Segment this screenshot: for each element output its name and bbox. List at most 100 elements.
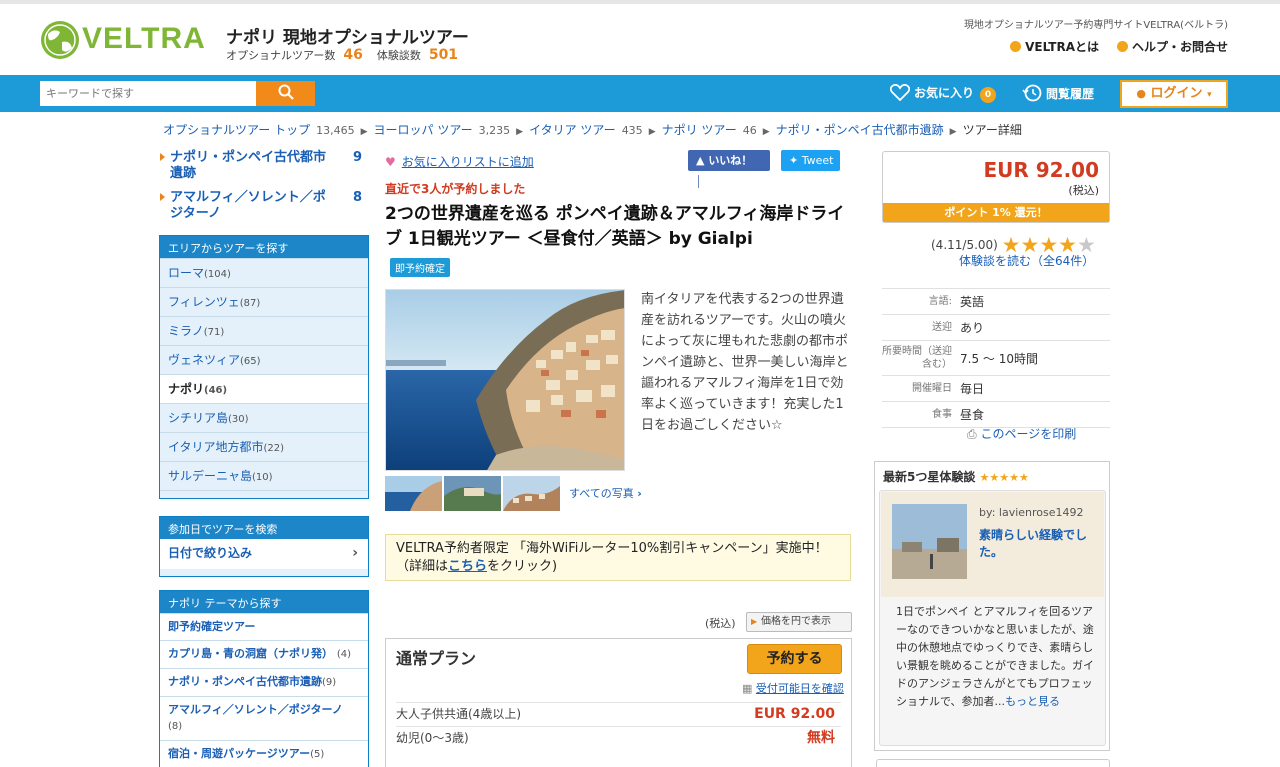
info-value: 英語 [960,295,985,309]
area-label: サルデーニャ島 [168,469,253,483]
add-to-favorites-label: お気に入りリストに追加 [401,155,534,169]
point-bar: ポイント 1% 還元！ [883,203,1109,222]
history-button[interactable]: 閲覧履歴 [1022,84,1094,102]
review-header: 最新5つ星体験談 ★★★★★ [883,468,1029,485]
plan-box: 通常プラン 予約する ▦ 受付可能日を確認 大人子供共通(4歳以上) EUR 9… [385,638,852,767]
breadcrumb-item[interactable]: ナポリ ツアー [662,123,737,137]
breadcrumb-item[interactable]: オプショナルツアー トップ [163,123,310,137]
area-count: (65) [240,356,261,367]
campaign-tail: をクリック) [487,559,558,574]
theme-item[interactable]: アマルフィ／ソレント／ポジターノ (8) [160,696,368,740]
sidebar-top-link-label[interactable]: アマルフィ／ソレント／ポジターノ [170,190,330,222]
price-row-label: 大人子供共通(4歳以上) [396,707,521,721]
photo-thumbnail[interactable] [503,476,560,511]
review-photo[interactable] [892,504,967,579]
area-item[interactable]: ヴェネツィア(65) [160,345,368,374]
theme-item[interactable]: 即予約確定ツアー [160,613,368,640]
tour-info-table: 言語: 英語 送迎 あり 所要時間（送迎含む） 7.5 ～ 10時間 開催曜日 毎日 食… [882,288,1110,428]
sidebar-top-link-count: 8 [352,190,362,205]
info-value: 毎日 [960,382,985,396]
availability-link[interactable]: ▦ 受付可能日を確認 [742,680,844,696]
area-label: フィレンツェ [168,295,240,309]
breadcrumb-item[interactable]: イタリア ツアー [529,123,616,137]
breadcrumb-separator-icon: ▶ [762,127,770,137]
date-search-header: 参加日でツアーを検索 [160,517,368,539]
read-reviews-link[interactable]: 体験談を読む（全64件） [959,252,1094,269]
area-item[interactable]: イタリア地方都市(22) [160,432,368,461]
area-label: シチリア島 [168,411,229,425]
breadcrumb-item[interactable]: ヨーロッパ ツアー [374,123,473,137]
date-filter-button[interactable]: 日付で絞り込み › [160,539,368,569]
area-count: (104) [204,269,231,280]
area-label: ローマ [168,266,205,280]
favorites-button[interactable]: お気に入り 0 [889,84,997,103]
area-label: ヴェネツィア [168,353,241,367]
price-row: 幼児(0～3歳) 無料 [396,726,841,749]
area-count: (30) [228,414,249,425]
all-photos-label: すべての写真 [569,487,634,500]
area-item-selected[interactable]: ナポリ(46) [160,374,368,403]
print-page-link[interactable]: ⎙ このページを印刷 [967,425,1076,442]
theme-item[interactable]: ナポリ・ポンペイ古代都市遺跡(9) [160,668,368,696]
theme-label: カプリ島・青の洞窟（ナポリ発） [168,647,333,660]
show-yen-price-label: 価格を円で表示 [761,616,831,627]
area-item[interactable]: フィレンツェ(87) [160,287,368,316]
heart-icon: ♥ [385,155,396,169]
favorites-label: お気に入り [914,86,975,100]
area-item[interactable]: ミラノ(71) [160,316,368,345]
date-box-footer [160,569,368,576]
tax-note: (税込) [705,617,736,630]
info-row: 言語: 英語 [882,288,1110,314]
search-input[interactable] [40,81,256,106]
add-to-favorites-link[interactable]: ♥ お気に入りリストに追加 [385,153,534,170]
review-header-label: 最新5つ星体験談 [883,470,976,484]
theme-label: 宿泊・周遊パッケージツアー [168,747,311,760]
user-icon: ● [1136,87,1146,100]
campaign-link[interactable]: こちら [448,559,487,574]
read-more-link[interactable]: もっと見る [1005,695,1060,708]
sidebar-top-link-label[interactable]: ナポリ・ポンペイ古代都市遺跡 [170,150,330,182]
tour-count-label: オプショナルツアー数 [226,49,336,62]
all-photos-link[interactable]: すべての写真 › [569,485,642,501]
theme-item[interactable]: 宿泊・周遊パッケージツアー(5) [160,740,368,767]
review-photo-image [892,504,967,579]
area-box-footer [160,490,368,498]
search-icon [278,84,294,100]
breadcrumb-count: 46 [742,124,757,137]
breadcrumb-item[interactable]: ナポリ・ポンペイ古代都市遺跡 [776,123,944,137]
area-item[interactable]: サルデーニャ島(10) [160,461,368,490]
review-title[interactable]: 素晴らしい経験でした。 [979,527,1094,561]
price-row-label: 幼児(0～3歳) [396,731,469,745]
search-button[interactable] [256,81,315,106]
show-yen-price-button[interactable]: ▶ 価格を円で表示 [746,612,852,632]
login-button[interactable]: ● ログイン ▾ [1120,80,1228,108]
reserve-button[interactable]: 予約する [747,644,842,674]
main-tour-photo[interactable] [385,289,625,471]
theme-item[interactable]: カプリ島・青の洞窟（ナポリ発） (4) [160,640,368,668]
help-link[interactable]: ヘルプ・お問合せ [1132,40,1228,54]
theme-label: 即予約確定ツアー [168,620,256,633]
review-card: by: lavienrose1492 素晴らしい経験でした。 1日でポンペイ と… [879,490,1106,746]
rating-text: (4.11/5.00) [931,238,998,252]
area-count: (46) [204,385,228,396]
latest-review-box: 最新5つ星体験談 ★★★★★ by: lavienrose1492 素晴らしい経… [874,461,1110,751]
breadcrumb-current: ツアー詳細 [962,123,1022,137]
area-search-box: エリアからツアーを探す ローマ(104) フィレンツェ(87) ミラノ(71) … [159,235,369,499]
photo-thumbnail[interactable] [444,476,501,511]
about-link[interactable]: VELTRAとは [1025,40,1099,54]
facebook-like-button[interactable]: ▲ いいね！ 0 [688,150,770,188]
print-page-label: このページを印刷 [980,427,1077,441]
nav-bar: お気に入り 0 閲覧履歴 ● ログイン ▾ [0,75,1280,112]
photo-thumbnail[interactable] [385,476,442,511]
area-search-header: エリアからツアーを探す [160,236,368,258]
area-item[interactable]: ローマ(104) [160,258,368,287]
instant-confirm-badge: 即予約確定 [390,258,450,277]
area-item[interactable]: シチリア島(30) [160,403,368,432]
price-row-value: EUR 92.00 [754,706,835,722]
tweet-button[interactable]: ✦ Tweet [781,150,840,171]
area-count: (71) [203,327,225,338]
theme-label: アマルフィ／ソレント／ポジターノ [168,703,343,716]
header-links: VELTRAとは ヘルプ・お問合せ [992,38,1228,55]
area-count: (10) [252,472,273,483]
arrow-icon [160,153,165,161]
